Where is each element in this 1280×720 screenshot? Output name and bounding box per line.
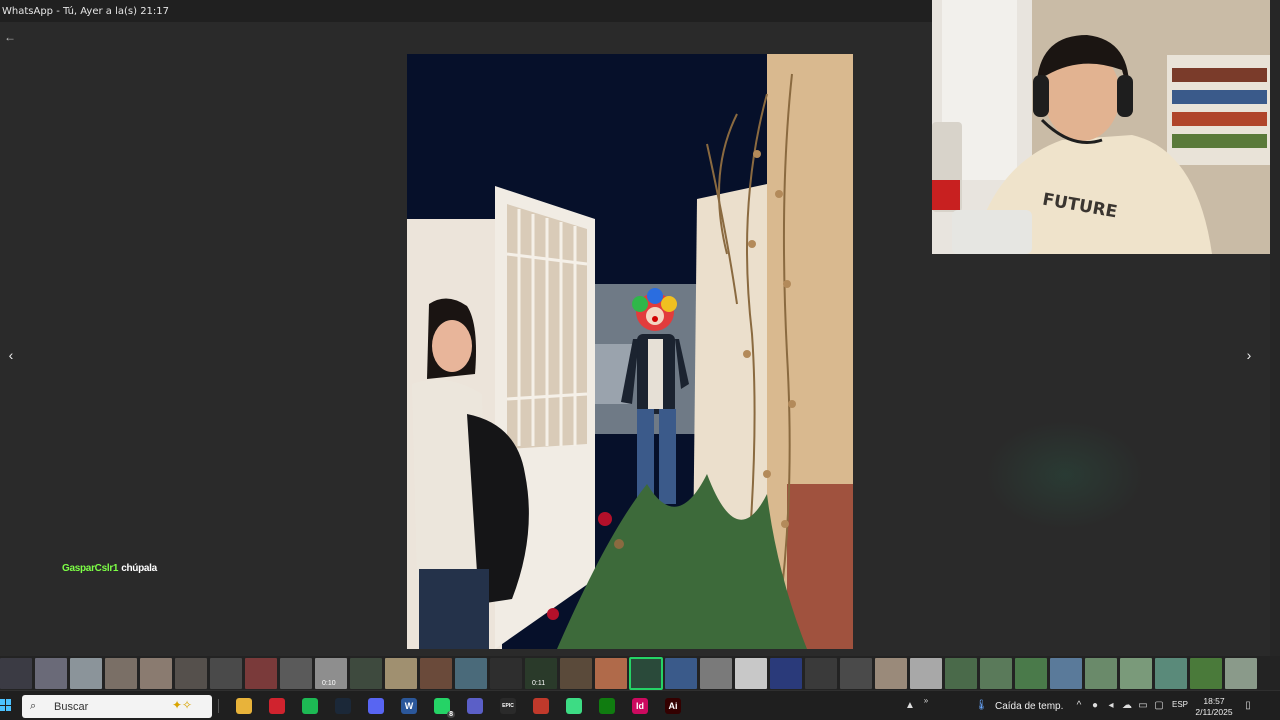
- media-thumbnail[interactable]: [735, 657, 767, 689]
- media-thumbnail[interactable]: [840, 657, 872, 689]
- media-thumbnail[interactable]: [595, 657, 627, 689]
- search-placeholder: Buscar: [54, 700, 89, 713]
- next-media-button[interactable]: ›: [1242, 346, 1256, 364]
- speaker-icon[interactable]: ◂: [1105, 700, 1117, 712]
- media-thumbnail[interactable]: [805, 657, 837, 689]
- xbox-icon[interactable]: [599, 698, 615, 714]
- epic-games-icon[interactable]: EPIC: [500, 698, 516, 714]
- chat-username: GasparCslr1: [62, 563, 119, 574]
- browser-red-icon[interactable]: [533, 698, 549, 714]
- cloud-icon[interactable]: ☁: [1121, 700, 1133, 712]
- system-clock[interactable]: 18:57 2/11/2025: [1193, 696, 1235, 718]
- chevron-up-icon[interactable]: ^: [1073, 700, 1085, 712]
- battery-icon[interactable]: ▭: [1137, 700, 1149, 712]
- media-thumbnail[interactable]: [0, 657, 32, 689]
- media-thumbnail[interactable]: [700, 657, 732, 689]
- media-thumbnail[interactable]: [175, 657, 207, 689]
- media-thumbnail[interactable]: [420, 657, 452, 689]
- media-thumbnail[interactable]: [455, 657, 487, 689]
- clock-date: 2/11/2025: [1195, 707, 1233, 717]
- media-thumbnail[interactable]: [910, 657, 942, 689]
- taskbar-search-box[interactable]: ⌕ Buscar ✦✧: [22, 695, 212, 718]
- indesign-icon[interactable]: Id: [632, 698, 648, 714]
- microphone-icon[interactable]: ●: [1089, 700, 1101, 712]
- webcam-overlay: FUTURE: [932, 0, 1270, 254]
- media-thumbnail[interactable]: [350, 657, 382, 689]
- media-thumbnail[interactable]: 0:10: [315, 657, 347, 689]
- media-thumbnail[interactable]: [1050, 657, 1082, 689]
- viewer-edge: [1270, 0, 1280, 656]
- steam-icon[interactable]: [335, 698, 351, 714]
- discord-icon[interactable]: [368, 698, 384, 714]
- media-thumbnail[interactable]: [280, 657, 312, 689]
- file-explorer-icon[interactable]: [236, 698, 252, 714]
- thumbnail-strip: 0:10 0:11: [0, 656, 1280, 690]
- media-thumbnail[interactable]: [770, 657, 802, 689]
- tray-app-icon[interactable]: ▲: [904, 700, 916, 712]
- media-thumbnail[interactable]: [1155, 657, 1187, 689]
- video-duration: 0:11: [532, 679, 546, 687]
- video-duration: 0:10: [322, 679, 336, 687]
- media-thumbnail[interactable]: [35, 657, 67, 689]
- media-thumbnail[interactable]: [70, 657, 102, 689]
- windows-start-button[interactable]: [0, 699, 12, 711]
- media-thumbnail[interactable]: [210, 657, 242, 689]
- media-thumbnail[interactable]: [490, 657, 522, 689]
- media-thumbnail[interactable]: [1085, 657, 1117, 689]
- teams-icon[interactable]: [467, 698, 483, 714]
- search-icon: ⌕: [30, 700, 37, 712]
- chat-message: chúpala: [121, 563, 157, 574]
- window-title-bar: WhatsApp - Tú, Ayer a la(s) 21:17: [0, 0, 932, 22]
- media-thumbnail[interactable]: [140, 657, 172, 689]
- media-thumbnail[interactable]: [1015, 657, 1047, 689]
- unread-badge: 8: [447, 711, 455, 718]
- media-thumbnail[interactable]: [560, 657, 592, 689]
- media-thumbnail[interactable]: [629, 656, 663, 690]
- media-thumbnail[interactable]: [385, 657, 417, 689]
- media-thumbnail[interactable]: [105, 657, 137, 689]
- window-title: WhatsApp - Tú, Ayer a la(s) 21:17: [2, 5, 170, 17]
- chat-overlay: GasparCslr1 chúpala: [62, 563, 157, 574]
- media-thumbnail[interactable]: [1225, 657, 1257, 689]
- tray-overflow-chevron-icon[interactable]: »: [920, 695, 932, 707]
- thermometer-icon[interactable]: 🌡: [975, 700, 988, 712]
- media-thumbnail[interactable]: 0:11: [525, 657, 557, 689]
- copilot-sparkle-icon: ✦✧: [172, 698, 193, 712]
- taskbar-divider: [218, 699, 219, 713]
- desktop: WhatsApp - Tú, Ayer a la(s) 21:17 ← ‹ ›: [0, 0, 1280, 720]
- clock-time: 18:57: [1203, 696, 1225, 706]
- whatsapp-icon[interactable]: 8: [434, 698, 455, 718]
- media-thumbnail[interactable]: [980, 657, 1012, 689]
- opera-icon[interactable]: [269, 698, 285, 714]
- media-thumbnail[interactable]: [665, 657, 697, 689]
- media-thumbnail[interactable]: [1120, 657, 1152, 689]
- illustrator-icon[interactable]: Ai: [665, 698, 681, 714]
- media-thumbnail[interactable]: [245, 657, 277, 689]
- weather-text[interactable]: Caída de temp.: [995, 691, 1063, 720]
- media-thumbnail[interactable]: [875, 657, 907, 689]
- media-photo: [407, 54, 853, 649]
- back-arrow-icon[interactable]: ←: [4, 30, 18, 44]
- android-app-icon[interactable]: [566, 698, 582, 714]
- word-icon[interactable]: W: [401, 698, 417, 714]
- photo-scene: [407, 54, 853, 649]
- taskbar: ⌕ Buscar ✦✧ W 8 EPIC Id Ai ▲ » 🌡 Caída de te…: [0, 690, 1280, 720]
- media-thumbnail[interactable]: [1190, 657, 1222, 689]
- background-glow: [985, 420, 1145, 530]
- network-icon[interactable]: ▢: [1153, 700, 1165, 712]
- media-thumbnail[interactable]: [945, 657, 977, 689]
- spotify-icon[interactable]: [302, 698, 318, 714]
- language-indicator[interactable]: ESP: [1172, 700, 1188, 709]
- previous-media-button[interactable]: ‹: [4, 346, 18, 364]
- notifications-icon[interactable]: ▯: [1242, 700, 1254, 712]
